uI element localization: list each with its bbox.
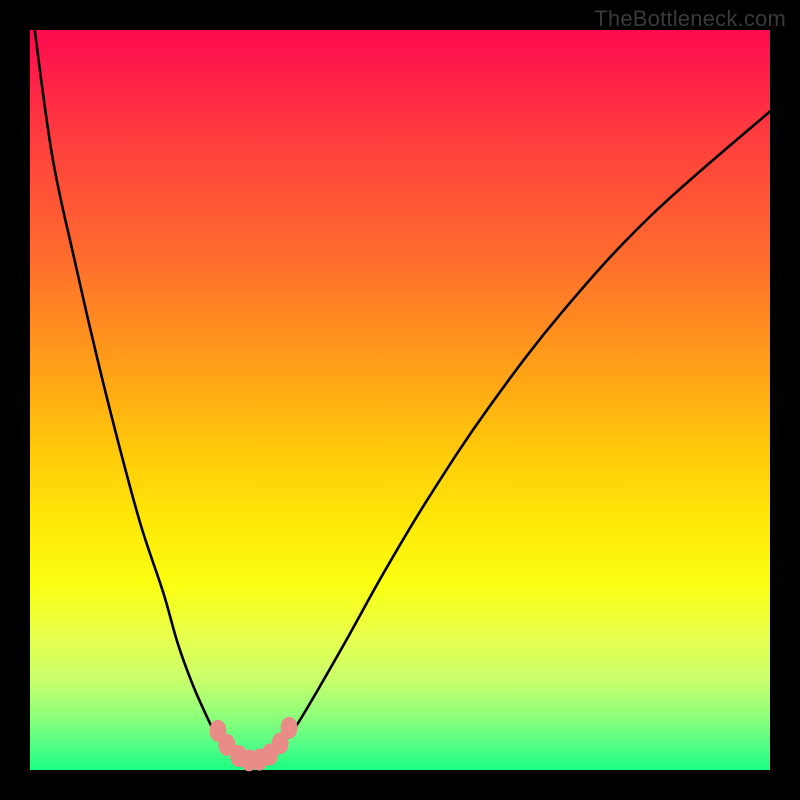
watermark-text: TheBottleneck.com — [594, 6, 786, 32]
chart-frame: TheBottleneck.com — [0, 0, 800, 800]
marker-point — [281, 717, 298, 739]
bottleneck-curve — [34, 23, 770, 762]
curve-markers — [209, 717, 297, 772]
chart-svg — [30, 30, 770, 770]
